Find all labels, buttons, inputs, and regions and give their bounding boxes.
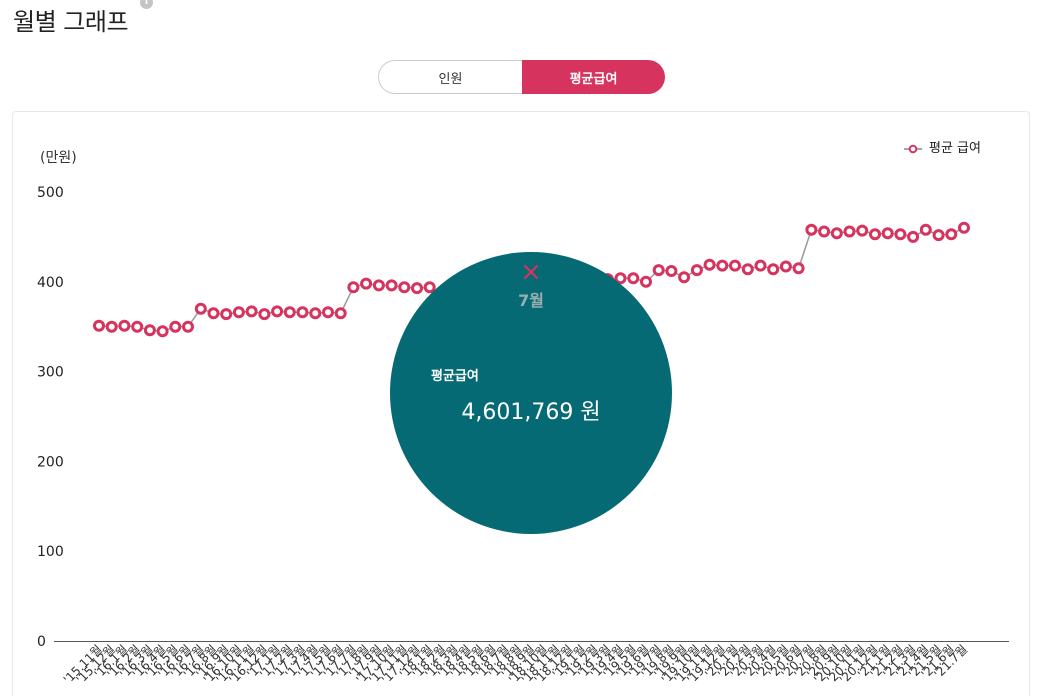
data-point[interactable] <box>207 307 220 320</box>
y-tick-label: 500 <box>37 185 64 201</box>
data-point[interactable] <box>754 259 767 272</box>
data-point[interactable] <box>792 262 805 275</box>
data-point[interactable] <box>220 308 233 321</box>
data-point[interactable] <box>716 259 729 272</box>
data-point[interactable] <box>347 281 360 294</box>
data-point[interactable] <box>856 224 869 237</box>
tooltip-series-label: 평균급여 <box>431 369 479 384</box>
data-point[interactable] <box>703 258 716 271</box>
tooltip-month: 7월 <box>518 291 544 310</box>
data-point[interactable] <box>843 225 856 238</box>
data-point[interactable] <box>830 227 843 240</box>
data-point[interactable] <box>729 259 741 272</box>
data-point[interactable] <box>665 265 678 277</box>
data-point[interactable] <box>360 277 373 290</box>
data-point[interactable] <box>271 305 284 318</box>
close-icon[interactable] <box>523 264 539 280</box>
data-point[interactable] <box>805 223 818 236</box>
data-point[interactable] <box>105 320 118 333</box>
data-point[interactable] <box>881 227 894 240</box>
data-point[interactable] <box>767 263 780 276</box>
data-point[interactable] <box>169 320 182 333</box>
tooltip-value: 4,601,769 원 <box>461 400 601 425</box>
data-point[interactable] <box>945 228 958 241</box>
data-point[interactable] <box>245 305 258 318</box>
data-point[interactable] <box>640 275 652 288</box>
data-point[interactable] <box>741 263 754 276</box>
data-point[interactable] <box>627 272 640 285</box>
data-point[interactable] <box>296 306 309 319</box>
y-tick-label: 400 <box>37 275 64 291</box>
data-point[interactable] <box>131 320 144 333</box>
data-point[interactable] <box>932 229 945 242</box>
data-point[interactable] <box>182 320 194 333</box>
data-point[interactable] <box>232 306 245 319</box>
data-point[interactable] <box>143 324 156 337</box>
data-point[interactable] <box>372 279 385 292</box>
data-point[interactable] <box>894 228 907 241</box>
data-point[interactable] <box>652 264 665 277</box>
data-tooltip: 7월 평균급여 4,601,769 원 <box>390 252 672 534</box>
data-point[interactable] <box>690 264 703 277</box>
data-point[interactable] <box>907 230 920 243</box>
data-point[interactable] <box>322 306 334 319</box>
y-tick-label: 100 <box>37 544 64 560</box>
data-point[interactable] <box>334 307 347 320</box>
data-point[interactable] <box>283 306 296 319</box>
data-point[interactable] <box>309 307 322 320</box>
data-point[interactable] <box>869 228 881 241</box>
data-point[interactable] <box>958 221 970 234</box>
y-tick-label: 200 <box>37 454 64 470</box>
data-point[interactable] <box>678 271 691 284</box>
y-tick-label: 300 <box>37 365 64 381</box>
data-point[interactable] <box>919 223 932 236</box>
y-tick-label: 0 <box>37 634 46 650</box>
data-point[interactable] <box>194 302 207 315</box>
data-point[interactable] <box>93 319 105 332</box>
data-point[interactable] <box>258 308 271 321</box>
data-point[interactable] <box>818 225 831 238</box>
data-point[interactable] <box>385 279 398 292</box>
data-point[interactable] <box>156 325 169 338</box>
data-point[interactable] <box>118 319 131 332</box>
data-point[interactable] <box>779 260 792 273</box>
